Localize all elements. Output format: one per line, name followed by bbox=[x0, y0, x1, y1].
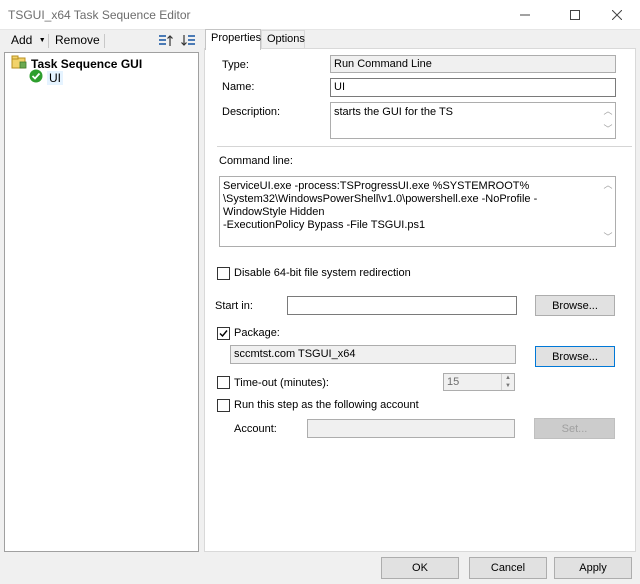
start-in-browse-button[interactable]: Browse... bbox=[535, 295, 615, 316]
description-label: Description: bbox=[222, 106, 281, 118]
description-value: starts the GUI for the TS bbox=[334, 106, 454, 118]
tree-child-label: UI bbox=[47, 70, 63, 85]
toolbar-divider bbox=[48, 34, 49, 48]
checkmark-icon bbox=[29, 69, 43, 86]
disable-redirection-checkbox[interactable] bbox=[217, 267, 230, 280]
toolbar-divider bbox=[104, 34, 105, 48]
name-field[interactable]: UI bbox=[330, 78, 616, 97]
type-field: Run Command Line bbox=[330, 55, 616, 73]
move-down-icon[interactable] bbox=[180, 33, 196, 49]
add-menu-button[interactable]: Add ▼ bbox=[11, 33, 46, 47]
cancel-button[interactable]: Cancel bbox=[469, 557, 547, 579]
maximize-icon bbox=[570, 10, 580, 20]
timeout-stepper[interactable]: 15 ▲ ▼ bbox=[443, 373, 515, 391]
scroll-up-icon: ︿ bbox=[603, 106, 613, 116]
title-bar: TSGUI_x64 Task Sequence Editor bbox=[0, 0, 640, 30]
close-button[interactable] bbox=[594, 0, 640, 30]
move-up-icon[interactable] bbox=[158, 33, 174, 49]
type-label: Type: bbox=[222, 59, 249, 71]
section-divider bbox=[217, 146, 632, 147]
command-line-scrollbar[interactable]: ︿ ﹀ bbox=[601, 177, 615, 246]
run-as-checkbox[interactable] bbox=[217, 399, 230, 412]
command-line-value: ServiceUI.exe -process:TSProgressUI.exe … bbox=[223, 180, 538, 231]
account-label: Account: bbox=[234, 423, 277, 435]
scroll-down-icon: ﹀ bbox=[603, 232, 613, 242]
remove-button[interactable]: Remove bbox=[55, 33, 100, 47]
task-sequence-tree[interactable]: Task Sequence GUI UI bbox=[4, 52, 199, 552]
close-icon bbox=[612, 10, 622, 20]
tab-properties[interactable]: Properties bbox=[205, 29, 261, 50]
disable-redirection-label: Disable 64-bit file system redirection bbox=[234, 267, 411, 279]
chevron-down-icon: ▼ bbox=[38, 37, 46, 45]
timeout-label: Time-out (minutes): bbox=[234, 377, 329, 389]
start-in-field[interactable] bbox=[287, 296, 517, 315]
name-label: Name: bbox=[222, 81, 255, 93]
timeout-checkbox[interactable] bbox=[217, 376, 230, 389]
set-account-button: Set... bbox=[534, 418, 615, 439]
apply-button[interactable]: Apply bbox=[554, 557, 632, 579]
task-sequence-folder-icon bbox=[11, 55, 27, 72]
timeout-value: 15 bbox=[447, 376, 460, 388]
command-line-label: Command line: bbox=[219, 155, 293, 167]
package-value: sccmtst.com TSGUI_x64 bbox=[234, 348, 356, 360]
description-field[interactable]: starts the GUI for the TS ︿ ﹀ bbox=[330, 102, 616, 139]
spin-down-icon[interactable]: ▼ bbox=[502, 382, 514, 390]
add-label: Add bbox=[11, 33, 33, 47]
type-value: Run Command Line bbox=[334, 58, 432, 70]
tree-child-item[interactable]: UI bbox=[29, 69, 63, 86]
run-as-label: Run this step as the following account bbox=[234, 399, 419, 411]
dialog-footer: OK Cancel Apply bbox=[0, 552, 640, 584]
properties-panel: Type: Run Command Line Name: UI Descript… bbox=[204, 48, 636, 552]
ok-button[interactable]: OK bbox=[381, 557, 459, 579]
scroll-up-icon: ︿ bbox=[603, 180, 613, 190]
package-checkbox[interactable] bbox=[217, 327, 230, 340]
minimize-icon bbox=[520, 10, 530, 20]
start-in-label: Start in: bbox=[215, 300, 253, 312]
name-value: UI bbox=[334, 81, 345, 93]
timeout-spin-arrows[interactable]: ▲ ▼ bbox=[501, 374, 514, 390]
command-line-field[interactable]: ServiceUI.exe -process:TSProgressUI.exe … bbox=[219, 176, 616, 247]
minimize-button[interactable] bbox=[502, 0, 548, 30]
spin-up-icon[interactable]: ▲ bbox=[502, 374, 514, 382]
description-scrollbar[interactable]: ︿ ﹀ bbox=[601, 103, 615, 138]
checkmark-icon bbox=[219, 330, 228, 338]
window-title: TSGUI_x64 Task Sequence Editor bbox=[8, 8, 191, 22]
scroll-down-icon: ﹀ bbox=[603, 124, 613, 134]
toolbar: Add ▼ Remove bbox=[0, 30, 202, 52]
package-field: sccmtst.com TSGUI_x64 bbox=[230, 345, 516, 364]
account-field bbox=[307, 419, 515, 438]
maximize-button[interactable] bbox=[552, 0, 598, 30]
package-browse-button[interactable]: Browse... bbox=[535, 346, 615, 367]
package-label: Package: bbox=[234, 327, 280, 339]
tab-options[interactable]: Options bbox=[261, 30, 305, 49]
